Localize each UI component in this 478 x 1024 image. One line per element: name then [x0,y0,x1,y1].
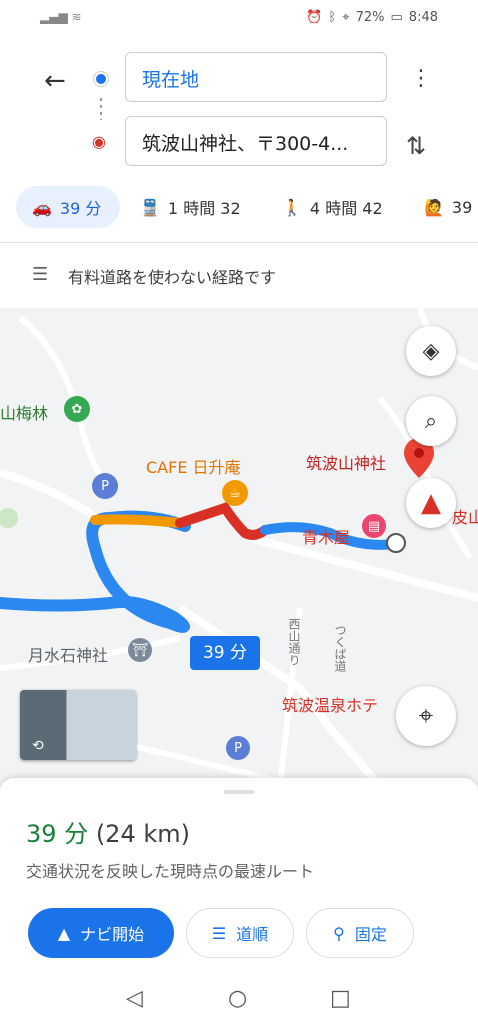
navigation-arrow-icon: ▲ [57,923,71,943]
compass-icon[interactable]: ▲ [406,478,456,528]
hotel-icon[interactable]: ▤ [362,514,386,538]
divider [0,242,478,243]
status-bar: ▂▄▆ ≋ ⏰ ᛒ ⌖ 72% ▭ 8:48 [0,0,478,36]
onsen-hotel-label[interactable]: 筑波温泉ホテ [282,692,378,716]
route-distance: (24 km) [95,820,190,848]
walk-icon: 🚶 [282,197,302,217]
route-options-notice[interactable]: ☰ 有料道路を使わない経路です [0,244,478,308]
map-view[interactable]: 山梅林 ✿ P CAFE 日升庵 ☕ 筑波山神社 青木屋 ▤ 皮山 月水石神社 … [0,308,478,786]
cafe-label[interactable]: CAFE 日升庵 [146,454,241,478]
train-icon: 🚆 [140,197,160,217]
battery-percent: 72% [355,10,385,25]
getsusui-shrine-label[interactable]: 月水石神社 [28,642,108,666]
clock: 8:48 [408,10,438,25]
more-menu-icon[interactable]: ⋮ [410,66,432,91]
status-icons: ⏰ ᛒ ⌖ 72% ▭ 8:48 [306,10,438,25]
search-icon[interactable]: ⌕ [406,396,456,446]
tune-icon: ☰ [32,264,49,285]
mode-driving-label: 39 分 [59,199,102,218]
pin-label: 固定 [354,925,387,944]
pin-button[interactable]: ⚲ 固定 [306,908,414,958]
nav-home-icon[interactable]: ○ [228,986,247,1011]
car-icon: 🚗 [32,197,52,217]
nav-back-icon[interactable]: ◁ [126,986,143,1011]
my-location-icon[interactable]: ⌖ [396,686,456,746]
alarm-icon: ⏰ [306,10,323,25]
mode-walking[interactable]: 🚶 4 時間 42 [282,186,383,228]
start-navigation-label: ナビ開始 [80,925,145,944]
cafe-icon[interactable]: ☕ [222,480,248,506]
map-edge-label[interactable]: 皮山 [452,504,478,528]
route-duration-badge[interactable]: 39 分 [190,636,260,670]
route-dots-icon [100,98,102,120]
destination-field[interactable]: 筑波山神社、〒300-4... [125,116,387,166]
travel-modes: 🚗 39 分 🚆 1 時間 32 🚶 4 時間 42 🙋 39 [0,186,478,230]
destination-pin-icon: ◉ [92,132,106,151]
route-duration: 39 分 [26,820,89,848]
bluetooth-icon: ᛒ [328,10,337,25]
aokiya-label[interactable]: 青木屋 [302,524,350,548]
shrine-label[interactable]: 筑波山神社 [306,450,386,474]
mode-transit[interactable]: 🚆 1 時間 32 [140,186,241,228]
rideshare-icon: 🙋 [424,197,444,217]
street-view-thumbnail[interactable]: ⟲ [20,690,136,760]
origin-dot-icon [94,72,108,86]
parking-icon[interactable]: P [92,473,118,499]
start-navigation-button[interactable]: ▲ ナビ開始 [28,908,174,958]
avoid-tolls-text: 有料道路を使わない経路です [68,268,277,287]
plum-grove-label[interactable]: 山梅林 [0,400,48,424]
route-description: 交通状況を反映した現時点の最速ルート [26,862,315,881]
mode-walking-label: 4 時間 42 [309,199,383,218]
route-summary: 39 分 (24 km) [26,814,190,849]
mode-rideshare-label: 39 [451,197,473,217]
steps-label: 道順 [236,925,269,944]
layers-icon[interactable]: ◈ [406,326,456,376]
street-view-icon: ⟲ [32,738,44,754]
mode-rideshare[interactable]: 🙋 39 [424,186,472,228]
mode-transit-label: 1 時間 32 [167,199,241,218]
origin-field[interactable]: 現在地 [125,52,387,102]
system-nav-bar: ◁ ○ □ [0,976,478,1024]
nishiyama-street-label: 西山通り [287,618,301,666]
swap-icon[interactable]: ⇅ [406,132,426,160]
nav-recents-icon[interactable]: □ [330,986,351,1011]
signal-icon: ▂▄▆ ≋ [40,10,82,24]
list-icon: ☰ [211,923,227,943]
parking-icon[interactable]: P [226,736,250,760]
flower-icon[interactable]: ✿ [64,396,90,422]
mode-driving[interactable]: 🚗 39 分 [16,186,120,228]
shrine-icon[interactable]: ⛩ [128,638,152,662]
location-icon: ⌖ [342,10,350,25]
battery-icon: ▭ [390,10,403,25]
tsukuba-road-label: つくば道 [333,624,347,672]
back-arrow-icon[interactable]: ← [44,66,74,96]
pin-icon: ⚲ [333,923,345,943]
steps-button[interactable]: ☰ 道順 [186,908,294,958]
drag-handle[interactable] [224,790,254,794]
